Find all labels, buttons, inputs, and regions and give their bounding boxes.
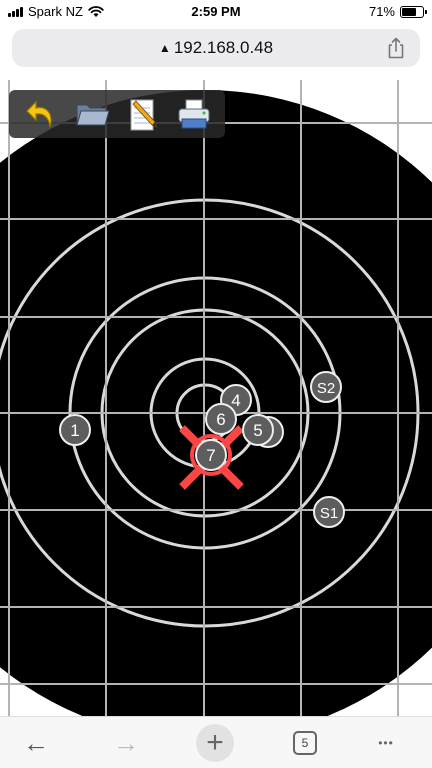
- warning-icon: ▲: [158, 41, 171, 55]
- target-black-disc: [0, 90, 432, 716]
- status-time: 2:59 PM: [191, 4, 241, 19]
- shot-marker[interactable]: S1: [313, 496, 345, 528]
- battery-percent: 71%: [368, 4, 395, 19]
- undo-icon: [25, 100, 51, 128]
- battery-fill: [402, 7, 417, 16]
- open-button[interactable]: [72, 94, 112, 134]
- shot-label: S2: [317, 380, 335, 397]
- printer-slot: [181, 118, 206, 129]
- address-bar[interactable]: ▲ 192.168.0.48: [12, 29, 420, 67]
- share-icon[interactable]: [386, 37, 406, 59]
- shot-label: S1: [320, 505, 338, 522]
- shot-marker[interactable]: 6: [205, 403, 237, 435]
- forward-icon: →: [113, 727, 139, 758]
- printer-light: [202, 111, 205, 115]
- status-right: 71%: [368, 4, 427, 19]
- shot-label: 6: [216, 410, 225, 429]
- printer-icon: [178, 99, 209, 129]
- bottom-toolbar: ← → + 5 •••: [0, 716, 432, 768]
- address-display[interactable]: ▲ 192.168.0.48: [12, 38, 420, 58]
- shot-label: 5: [253, 421, 262, 440]
- tabs-button[interactable]: 5: [289, 727, 321, 759]
- more-button[interactable]: •••: [370, 727, 402, 759]
- status-bar: Spark NZ 2:59 PM 71%: [0, 0, 432, 24]
- forward-button[interactable]: →: [110, 727, 142, 759]
- url-text: 192.168.0.48: [173, 38, 274, 57]
- folder-icon: [75, 104, 110, 126]
- notepad-icon: [130, 99, 158, 131]
- back-icon: ←: [23, 727, 49, 758]
- tabs-count-icon: 5: [293, 731, 317, 755]
- undo-button[interactable]: [21, 94, 61, 134]
- new-tab-button[interactable]: +: [196, 724, 234, 762]
- shot-label: 4: [231, 391, 240, 410]
- target-toolbar: [9, 90, 225, 138]
- shot-marker[interactable]: S2: [310, 371, 342, 403]
- battery-icon: [400, 5, 427, 18]
- notes-button[interactable]: [123, 94, 163, 134]
- shot-marker[interactable]: 7: [195, 439, 227, 471]
- tab-count: 5: [301, 736, 309, 750]
- shot-marker[interactable]: 1: [59, 414, 91, 446]
- print-button[interactable]: [174, 94, 214, 134]
- shot-marker[interactable]: 5: [242, 414, 284, 448]
- shot-label: 7: [206, 446, 215, 465]
- target-canvas[interactable]: 1 4 6 5 7 S2 S1: [0, 80, 432, 716]
- back-button[interactable]: ←: [20, 727, 52, 759]
- plus-icon: +: [206, 726, 224, 759]
- target-area[interactable]: 1 4 6 5 7 S2 S1: [0, 80, 432, 716]
- more-icon: •••: [378, 736, 394, 750]
- shot-label: 1: [70, 421, 79, 440]
